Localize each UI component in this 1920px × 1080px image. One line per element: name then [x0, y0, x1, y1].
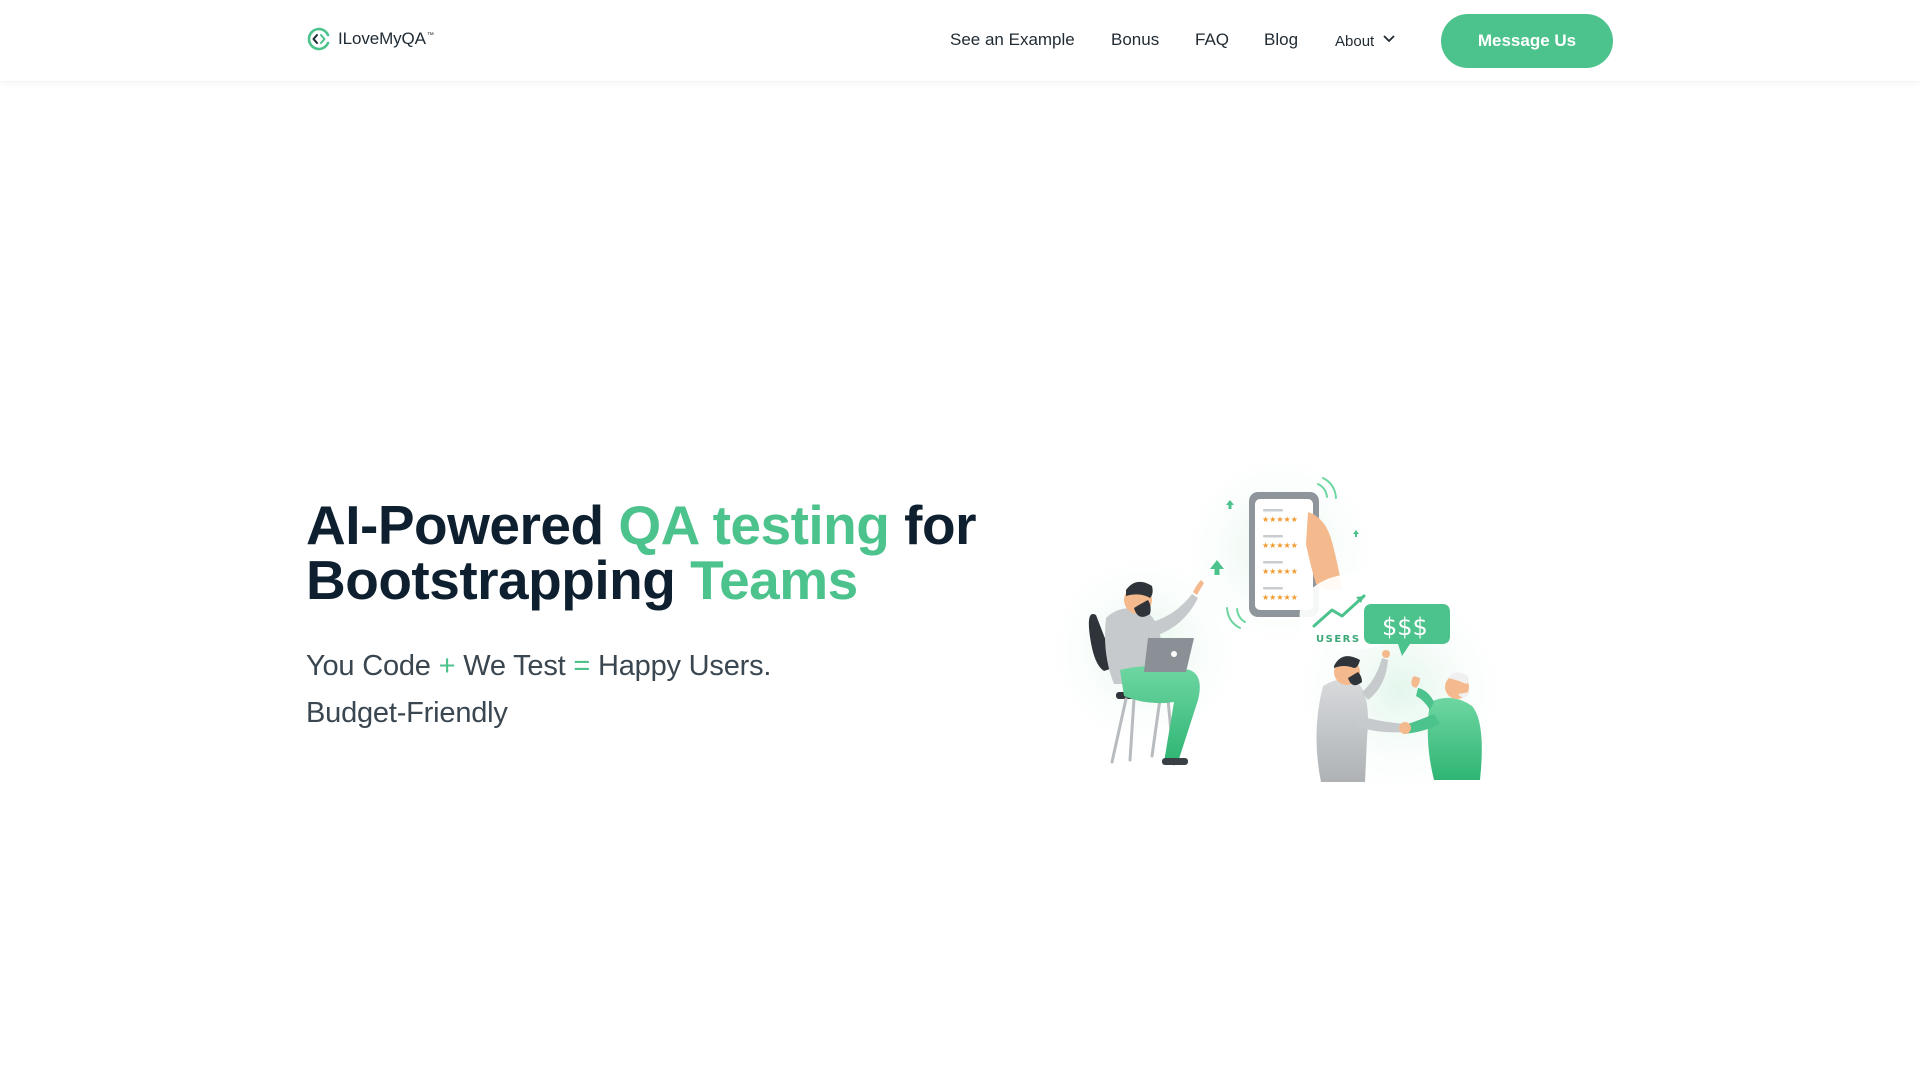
hero-title-part2: for: [889, 494, 976, 556]
chevron-down-icon: [1382, 32, 1396, 50]
tagline-equals: =: [573, 650, 591, 682]
nav-blog[interactable]: Blog: [1264, 30, 1298, 50]
svg-text:★★★★★: ★★★★★: [1262, 541, 1298, 550]
hero-illustration: ★★★★★ ★★★★★ ★★★★★ ★★★★★ USERS $$$: [1030, 440, 1550, 800]
hero-title: AI-Powered QA testing for Bootstrapping …: [306, 498, 1026, 608]
tagline-you-code: You Code: [306, 650, 431, 682]
hero-title-accent-qa-testing: QA testing: [618, 494, 890, 556]
tagline-plus: +: [438, 650, 456, 682]
money-label: $$$: [1382, 613, 1428, 641]
hero-title-part3: Bootstrapping: [306, 549, 691, 611]
tagline-happy-users: Happy Users.: [597, 650, 772, 682]
nav-faq[interactable]: FAQ: [1195, 30, 1229, 50]
svg-text:★★★★★: ★★★★★: [1262, 593, 1298, 602]
nav-bonus[interactable]: Bonus: [1111, 30, 1159, 50]
logo-trademark: ™: [426, 32, 434, 40]
hero-budget-friendly: Budget-Friendly: [306, 697, 508, 729]
tagline-we-test: We Test: [463, 650, 566, 682]
hero-tagline: You Code + We Test = Happy Users.: [306, 650, 771, 683]
message-us-button[interactable]: Message Us: [1441, 14, 1613, 68]
logo-link[interactable]: ILoveMyQA™: [306, 26, 434, 52]
logo-mark-icon: [306, 26, 332, 52]
logo-text: ILoveMyQA™: [338, 29, 434, 48]
users-label: USERS: [1316, 634, 1361, 645]
nav-about-dropdown[interactable]: About: [1335, 32, 1396, 50]
nav-about-label: About: [1335, 32, 1375, 50]
site-header: ILoveMyQA™ See an Example Bonus FAQ Blog…: [0, 0, 1920, 82]
svg-text:★★★★★: ★★★★★: [1262, 567, 1298, 576]
hero-title-accent-teams: Teams: [690, 549, 858, 611]
nav-see-an-example[interactable]: See an Example: [950, 30, 1075, 50]
svg-text:★★★★★: ★★★★★: [1262, 515, 1298, 524]
hero-title-part1: AI-Powered: [306, 494, 619, 556]
